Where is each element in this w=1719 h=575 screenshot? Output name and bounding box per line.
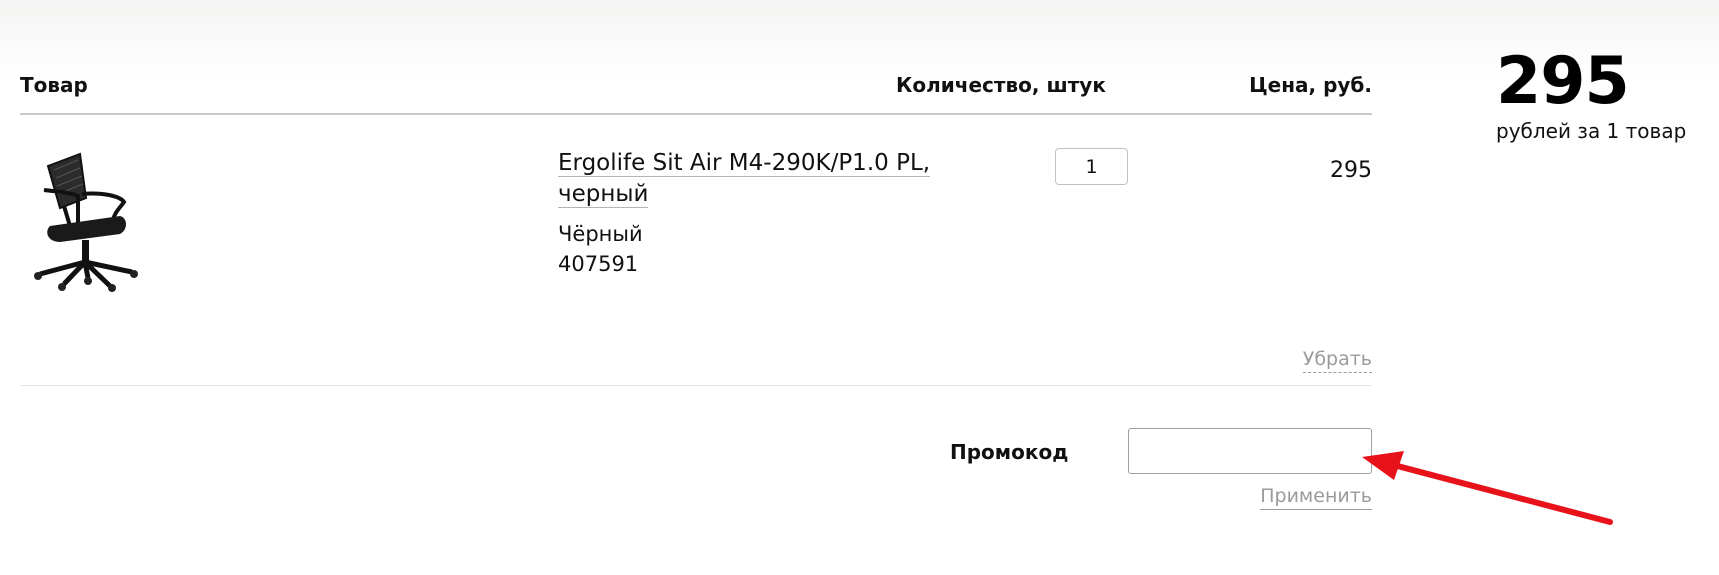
- arrow-head: [1362, 451, 1404, 480]
- column-header-quantity: Количество, штук: [896, 73, 1106, 97]
- promo-code-input[interactable]: [1128, 428, 1372, 474]
- promo-label: Промокод: [950, 440, 1069, 464]
- column-header-product: Товар: [20, 73, 88, 97]
- summary-total: 295: [1496, 44, 1630, 119]
- order-summary: 295 рублей за 1 товар: [1496, 46, 1716, 144]
- cart-table: Товар Количество, штук Цена, руб. Ergoli…: [20, 0, 1372, 575]
- arrow-shaft: [1387, 461, 1613, 525]
- quantity-input[interactable]: [1055, 148, 1128, 185]
- summary-caption: рублей за 1 товар: [1496, 119, 1687, 143]
- office-chair-icon[interactable]: [20, 146, 160, 296]
- product-info: Ergolife Sit Air M4-290K/P1.0 PL, черный…: [558, 148, 978, 279]
- item-price: 295: [1330, 158, 1372, 183]
- red-arrow-annotation: [1362, 451, 1613, 525]
- header-divider: [20, 113, 1372, 115]
- column-header-price: Цена, руб.: [1249, 73, 1372, 97]
- row-divider: [20, 385, 1372, 386]
- apply-promo-link[interactable]: Применить: [1260, 483, 1372, 510]
- product-name-link[interactable]: Ergolife Sit Air M4-290K/P1.0 PL, черный: [558, 150, 931, 208]
- product-color: Чёрный: [558, 222, 643, 246]
- remove-item-link[interactable]: Убрать: [1302, 346, 1372, 373]
- product-code: 407591: [558, 252, 639, 276]
